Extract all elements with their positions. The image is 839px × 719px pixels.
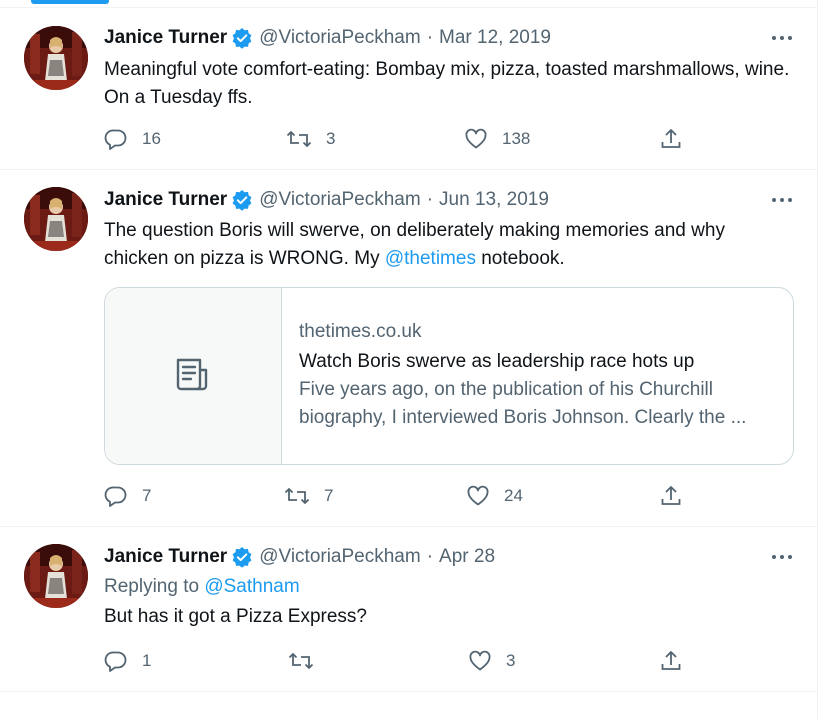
share-button[interactable] bbox=[659, 124, 683, 154]
card-body: thetimes.co.uk Watch Boris swerve as lea… bbox=[299, 318, 779, 432]
retweet-button[interactable] bbox=[288, 646, 328, 676]
retweet-button[interactable]: 3 bbox=[286, 124, 335, 154]
avatar[interactable] bbox=[24, 544, 88, 608]
separator: · bbox=[426, 189, 434, 210]
reply-icon bbox=[104, 649, 128, 673]
like-count: 3 bbox=[506, 651, 516, 670]
more-icon[interactable] bbox=[768, 188, 796, 212]
like-count: 138 bbox=[502, 129, 531, 148]
like-icon bbox=[464, 127, 488, 151]
replying-to-link[interactable]: @Sathnam bbox=[204, 576, 299, 597]
card-description-line: biography, I interviewed Boris Johnson. … bbox=[299, 407, 747, 428]
link-card[interactable]: thetimes.co.uk Watch Boris swerve as lea… bbox=[104, 287, 794, 465]
tweet[interactable]: Janice Turner @VictoriaPeckham · Apr 28 … bbox=[0, 527, 818, 692]
author-handle[interactable]: @VictoriaPeckham bbox=[259, 189, 421, 211]
reply-button[interactable]: 1 bbox=[104, 646, 151, 676]
like-button[interactable]: 24 bbox=[466, 481, 523, 511]
tweet-text: The question Boris will swerve, on delib… bbox=[104, 217, 794, 273]
card-description-line: Five years ago, on the publication of hi… bbox=[299, 379, 714, 400]
author-name[interactable]: Janice Turner bbox=[104, 27, 227, 49]
reply-count: 16 bbox=[142, 129, 161, 148]
tweet-actions: 1 3 bbox=[104, 646, 704, 676]
tweet-date[interactable]: Apr 28 bbox=[439, 546, 495, 568]
like-button[interactable]: 138 bbox=[464, 124, 530, 154]
tweet-header: Janice Turner @VictoriaPeckham · Mar 12,… bbox=[104, 26, 551, 50]
reply-icon bbox=[104, 484, 128, 508]
reply-count: 1 bbox=[142, 651, 152, 670]
author-handle[interactable]: @VictoriaPeckham bbox=[259, 546, 421, 568]
separator: · bbox=[426, 546, 434, 567]
tweet-header: Janice Turner @VictoriaPeckham · Apr 28 bbox=[104, 545, 495, 569]
author-handle[interactable]: @VictoriaPeckham bbox=[259, 27, 421, 49]
like-count: 24 bbox=[504, 486, 523, 505]
card-title: Watch Boris swerve as leadership race ho… bbox=[299, 351, 695, 372]
tweet-date[interactable]: Jun 13, 2019 bbox=[439, 189, 549, 211]
tweet-text: But has it got a Pizza Express? bbox=[104, 606, 367, 627]
tweet-header: Janice Turner @VictoriaPeckham · Jun 13,… bbox=[104, 188, 549, 212]
verified-badge-icon bbox=[231, 189, 253, 211]
author-name[interactable]: Janice Turner bbox=[104, 546, 227, 568]
separator: · bbox=[426, 27, 434, 48]
retweet-button[interactable]: 7 bbox=[284, 481, 333, 511]
card-thumbnail bbox=[105, 288, 282, 464]
verified-badge-icon bbox=[231, 27, 253, 49]
like-button[interactable]: 3 bbox=[468, 646, 515, 676]
timeline: Janice Turner @VictoriaPeckham · Mar 12,… bbox=[0, 0, 818, 719]
replying-to-label: Replying to bbox=[104, 576, 205, 597]
avatar[interactable] bbox=[24, 187, 88, 251]
avatar[interactable] bbox=[24, 26, 88, 90]
reply-count: 7 bbox=[142, 486, 152, 505]
reply-button[interactable]: 16 bbox=[104, 124, 161, 154]
card-domain: thetimes.co.uk bbox=[299, 321, 422, 342]
share-button[interactable] bbox=[659, 646, 683, 676]
share-icon bbox=[659, 484, 683, 508]
reply-icon bbox=[104, 127, 128, 151]
retweet-count: 7 bbox=[324, 486, 334, 505]
share-icon bbox=[659, 649, 683, 673]
verified-badge-icon bbox=[231, 546, 253, 568]
reply-button[interactable]: 7 bbox=[104, 481, 151, 511]
tweet-actions: 7 7 24 bbox=[104, 481, 704, 511]
mention-link[interactable]: @thetimes bbox=[385, 248, 476, 269]
tweet-actions: 16 3 138 bbox=[104, 124, 704, 154]
author-name[interactable]: Janice Turner bbox=[104, 189, 227, 211]
retweet-icon bbox=[284, 484, 310, 508]
share-icon bbox=[659, 127, 683, 151]
article-icon bbox=[173, 354, 213, 399]
tweet-text: Meaningful vote comfort-eating: Bombay m… bbox=[104, 59, 790, 108]
retweet-icon bbox=[286, 127, 312, 151]
active-tab-indicator bbox=[31, 0, 109, 4]
tweet-date[interactable]: Mar 12, 2019 bbox=[439, 27, 551, 49]
replying-to: Replying to @Sathnam bbox=[104, 573, 300, 601]
card-description: Five years ago, on the publication of hi… bbox=[299, 376, 779, 432]
like-icon bbox=[466, 484, 490, 508]
tweet[interactable]: Janice Turner @VictoriaPeckham · Jun 13,… bbox=[0, 170, 818, 527]
retweet-icon bbox=[288, 649, 314, 673]
more-icon[interactable] bbox=[768, 545, 796, 569]
tweet-text-part: notebook. bbox=[475, 248, 565, 269]
tweet[interactable]: Janice Turner @VictoriaPeckham · Mar 12,… bbox=[0, 8, 818, 170]
more-icon[interactable] bbox=[768, 26, 796, 50]
like-icon bbox=[468, 649, 492, 673]
share-button[interactable] bbox=[659, 481, 683, 511]
retweet-count: 3 bbox=[326, 129, 336, 148]
